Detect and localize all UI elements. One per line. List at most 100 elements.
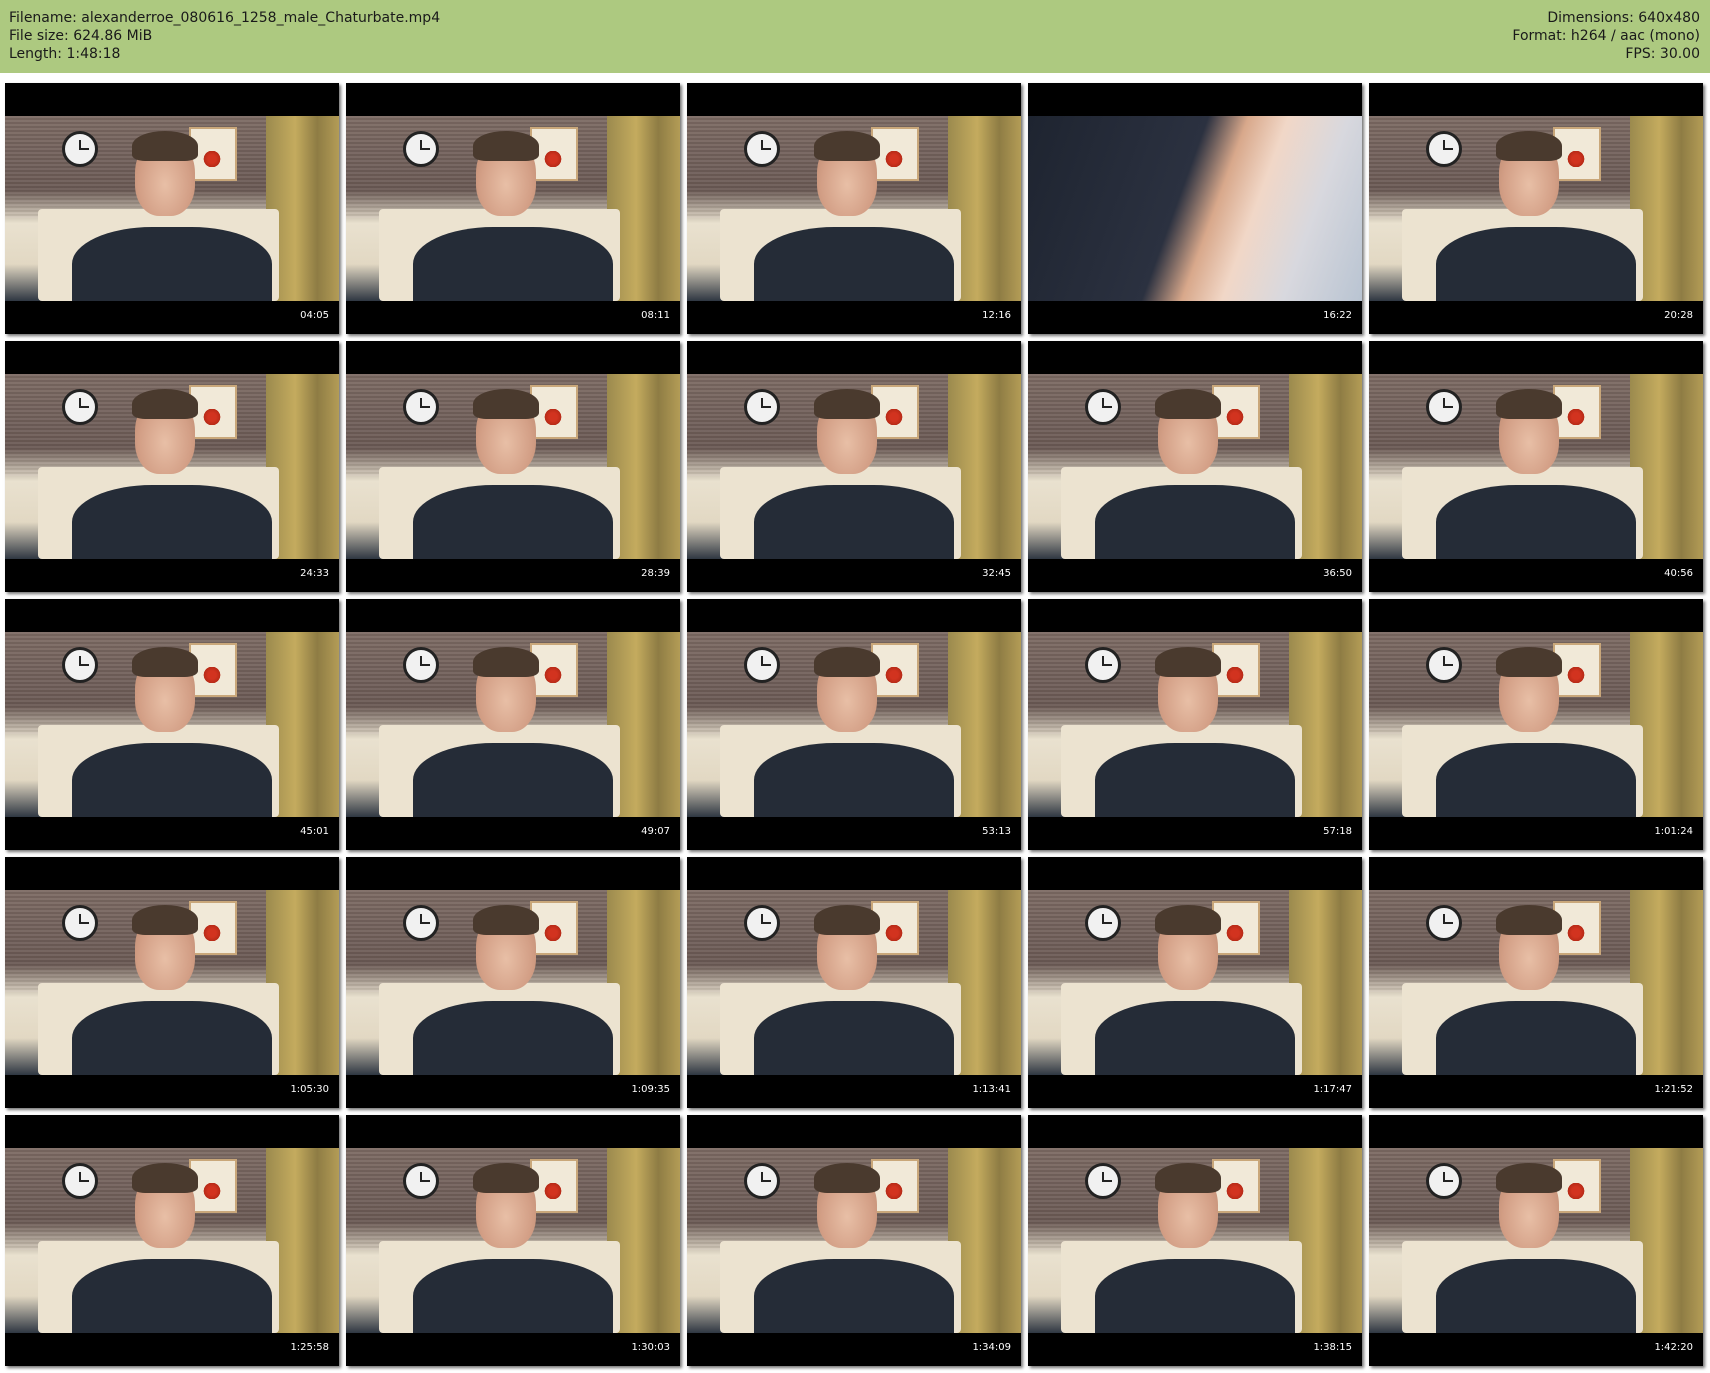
- person-hair: [131, 904, 198, 935]
- timestamp-label: 53:13: [982, 826, 1011, 837]
- video-thumbnail: 1:21:52: [1369, 857, 1703, 1108]
- thumbnail-frame-image: [1028, 632, 1362, 817]
- person-body: [1435, 1259, 1637, 1333]
- person-body: [71, 1001, 273, 1075]
- person-body: [71, 227, 273, 301]
- wall-clock-image: [1084, 646, 1121, 683]
- thumbnail-frame-image: [1028, 374, 1362, 559]
- person-hair: [472, 388, 539, 419]
- person-hair: [1495, 904, 1562, 935]
- person-body: [412, 227, 614, 301]
- person-body: [1435, 227, 1637, 301]
- wall-clock-image: [1425, 130, 1462, 167]
- timestamp-label: 12:16: [982, 310, 1011, 321]
- wall-clock-image: [743, 646, 780, 683]
- timestamp-label: 40:56: [1664, 568, 1693, 579]
- wall-clock-image: [402, 388, 439, 425]
- timestamp-label: 1:25:58: [290, 1342, 329, 1353]
- wall-clock-image: [402, 1162, 439, 1199]
- video-thumbnail: 04:05: [5, 83, 339, 334]
- person-body: [1094, 1259, 1296, 1333]
- video-thumbnail: 12:16: [687, 83, 1021, 334]
- person-hair: [131, 646, 198, 677]
- person-hair: [131, 130, 198, 161]
- wall-clock-image: [402, 646, 439, 683]
- person-hair: [1154, 1162, 1221, 1193]
- video-thumbnail: 1:25:58: [5, 1115, 339, 1366]
- timestamp-label: 08:11: [641, 310, 670, 321]
- video-thumbnail: 1:30:03: [346, 1115, 680, 1366]
- timestamp-label: 36:50: [1323, 568, 1352, 579]
- person-hair: [1154, 904, 1221, 935]
- video-thumbnail: 16:22: [1028, 83, 1362, 334]
- person-body: [71, 485, 273, 559]
- thumbnail-frame-image: [346, 1148, 680, 1333]
- person-body: [753, 1001, 955, 1075]
- person-hair: [813, 388, 880, 419]
- thumbnail-frame-image: [687, 890, 1021, 1075]
- timestamp-label: 04:05: [300, 310, 329, 321]
- thumbnail-frame-image: [1369, 374, 1703, 559]
- thumbnail-frame-image: [1028, 1148, 1362, 1333]
- thumbnail-frame-image: [5, 374, 339, 559]
- person-hair: [1495, 646, 1562, 677]
- thumbnail-frame-image: [687, 632, 1021, 817]
- timestamp-label: 1:30:03: [631, 1342, 670, 1353]
- timestamp-label: 20:28: [1664, 310, 1693, 321]
- person-body: [412, 1001, 614, 1075]
- wall-clock-image: [402, 904, 439, 941]
- video-thumbnail: 1:13:41: [687, 857, 1021, 1108]
- timestamp-label: 1:01:24: [1654, 826, 1693, 837]
- thumbnail-frame-image: [1369, 632, 1703, 817]
- person-body: [1094, 743, 1296, 817]
- person-hair: [813, 1162, 880, 1193]
- person-body: [1094, 485, 1296, 559]
- wall-clock-image: [61, 904, 98, 941]
- wall-clock-image: [1425, 1162, 1462, 1199]
- timestamp-label: 49:07: [641, 826, 670, 837]
- person-hair: [1495, 130, 1562, 161]
- wall-clock-image: [743, 388, 780, 425]
- timestamp-label: 1:09:35: [631, 1084, 670, 1095]
- wall-clock-image: [61, 130, 98, 167]
- video-thumbnail: 08:11: [346, 83, 680, 334]
- person-hair: [472, 904, 539, 935]
- wall-clock-image: [743, 904, 780, 941]
- thumbnail-frame-image: [346, 890, 680, 1075]
- video-thumbnail: 45:01: [5, 599, 339, 850]
- person-body: [753, 227, 955, 301]
- video-thumbnail: 49:07: [346, 599, 680, 850]
- thumbnail-frame-image: [687, 1148, 1021, 1333]
- video-thumbnail: 1:34:09: [687, 1115, 1021, 1366]
- thumbnail-frame-image: [1369, 890, 1703, 1075]
- thumbnail-frame-image: [346, 116, 680, 301]
- timestamp-label: 1:21:52: [1654, 1084, 1693, 1095]
- person-body: [412, 485, 614, 559]
- wall-clock-image: [61, 1162, 98, 1199]
- timestamp-label: 16:22: [1323, 310, 1352, 321]
- thumbnail-frame-image: [687, 374, 1021, 559]
- timestamp-label: 1:38:15: [1313, 1342, 1352, 1353]
- timestamp-label: 1:17:47: [1313, 1084, 1352, 1095]
- video-thumbnail: 36:50: [1028, 341, 1362, 592]
- thumbnail-frame-image: [687, 116, 1021, 301]
- person-body: [753, 1259, 955, 1333]
- thumbnail-frame-image: [5, 1148, 339, 1333]
- timestamp-label: 1:13:41: [972, 1084, 1011, 1095]
- person-body: [1094, 1001, 1296, 1075]
- wall-clock-image: [743, 1162, 780, 1199]
- video-thumbnail: 28:39: [346, 341, 680, 592]
- thumbnail-frame-image: [5, 632, 339, 817]
- person-hair: [472, 646, 539, 677]
- person-hair: [1495, 388, 1562, 419]
- timestamp-label: 57:18: [1323, 826, 1352, 837]
- wall-clock-image: [1084, 904, 1121, 941]
- person-hair: [472, 1162, 539, 1193]
- thumbnail-frame-image: [1028, 116, 1362, 301]
- person-body: [71, 1259, 273, 1333]
- person-hair: [1154, 646, 1221, 677]
- timestamp-label: 1:42:20: [1654, 1342, 1693, 1353]
- thumbnail-frame-image: [1369, 116, 1703, 301]
- timestamp-label: 1:05:30: [290, 1084, 329, 1095]
- video-thumbnail: 40:56: [1369, 341, 1703, 592]
